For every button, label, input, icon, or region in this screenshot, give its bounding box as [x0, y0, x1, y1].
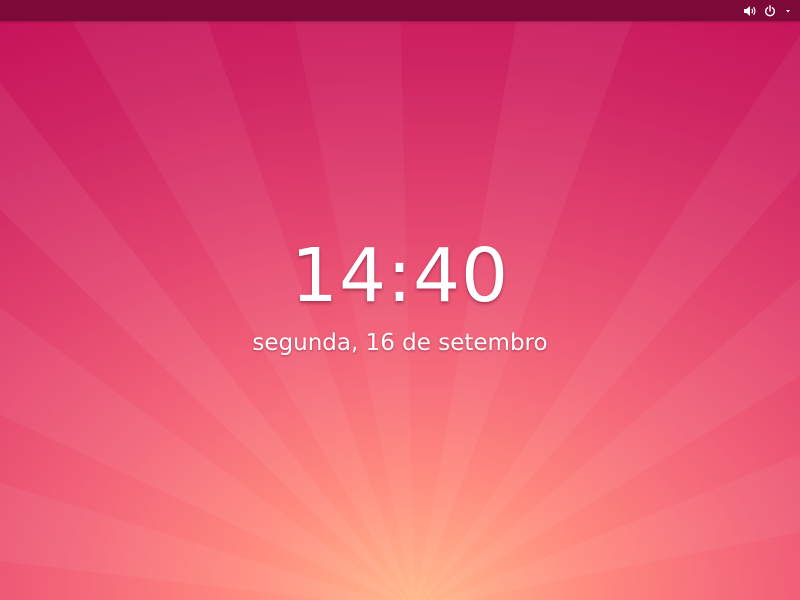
speaker-volume-icon [744, 5, 756, 16]
power-menu-button[interactable] [764, 0, 794, 21]
clock-date: segunda, 16 de setembro [252, 330, 548, 356]
volume-indicator[interactable] [740, 0, 760, 21]
lock-screen[interactable]: 14:40 segunda, 16 de setembro [0, 0, 800, 600]
top-bar [0, 0, 800, 21]
power-icon [765, 4, 775, 16]
chevron-down-icon [786, 9, 790, 12]
clock-time: 14:40 [290, 233, 510, 319]
